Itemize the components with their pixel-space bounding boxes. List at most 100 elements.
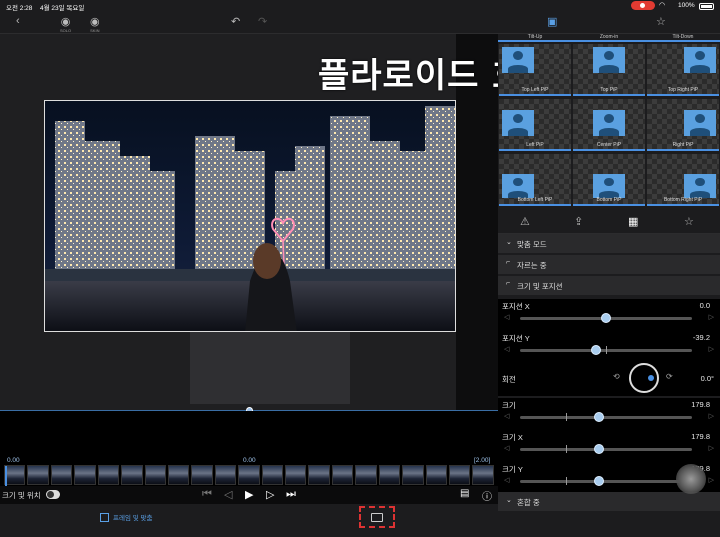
prop-label: 회전 <box>502 375 516 384</box>
slider-knob[interactable] <box>594 444 605 454</box>
slider-knob[interactable] <box>590 345 601 355</box>
pip-thumb <box>593 110 625 136</box>
highlighted-photo-tool[interactable] <box>359 506 395 528</box>
help-icon[interactable]: ⓘ <box>482 488 492 503</box>
increment-icon[interactable]: ▷ <box>709 412 714 420</box>
increment-icon[interactable]: ▷ <box>709 345 714 353</box>
pip-preset[interactable]: Bottom Left PiP <box>499 154 571 206</box>
skip-end-icon[interactable]: ⏭ <box>286 488 296 501</box>
clip-thumbnail <box>285 465 307 485</box>
pip-preset[interactable]: Top Right PiP <box>647 44 719 96</box>
pip-preset[interactable]: Top PiP <box>573 44 645 96</box>
battery-icon <box>699 3 714 10</box>
slider-default-tick <box>566 413 568 421</box>
pip-top-item[interactable]: Zoom-in <box>572 34 646 42</box>
redo-icon[interactable]: ↷ <box>258 15 267 28</box>
prop-value[interactable]: 0.0° <box>701 374 714 383</box>
tab-transform-icon[interactable]: ▦ <box>628 215 638 228</box>
section-fit-mode[interactable]: ⌄ 맞춤 모드 <box>498 234 720 254</box>
clip-thumbnail <box>378 465 401 485</box>
clip-thumbnail <box>261 465 284 485</box>
pip-preset[interactable]: Bottom Right PiP <box>647 154 719 206</box>
star-icon[interactable]: ☆ <box>656 15 666 28</box>
play-icon[interactable]: ▶ <box>245 488 253 501</box>
clip-thumbnail <box>238 465 260 485</box>
clip-thumbnail <box>74 465 96 485</box>
keyframe-toggle[interactable] <box>46 490 60 499</box>
section-size-position[interactable]: ⌐ 크기 및 포지션 <box>498 276 720 296</box>
prop-value[interactable]: -39.2 <box>693 333 710 342</box>
pip-preset[interactable]: Right PiP <box>647 99 719 151</box>
section-label: 맞춤 모드 <box>517 240 547 249</box>
decrement-icon[interactable]: ◁ <box>504 476 509 484</box>
slider-knob[interactable] <box>601 313 611 323</box>
section-cropping[interactable]: ⌐ 자르는 중 <box>498 255 720 275</box>
pip-preset[interactable]: Bottom PiP <box>573 154 645 206</box>
slider-knob[interactable] <box>594 476 605 486</box>
slider-track[interactable] <box>520 313 692 323</box>
slider-track[interactable] <box>520 444 692 454</box>
inspector-tabs: ⚠ ⇪ ▦ ☆ <box>498 210 720 234</box>
prop-value[interactable]: 179.8 <box>691 432 710 441</box>
tab-warning-icon[interactable]: ⚠ <box>520 215 530 228</box>
frame-fit-button[interactable]: 프레임 및 맞춤 <box>100 512 153 522</box>
frame-fit-icon <box>100 512 109 522</box>
section-blending[interactable]: ⌄ 혼합 중 <box>498 492 720 512</box>
tab-favorites-icon[interactable]: ☆ <box>684 215 694 228</box>
decrement-icon[interactable]: ◁ <box>504 313 509 321</box>
layer-panel-icon[interactable]: ▣ <box>547 15 557 28</box>
pip-label: Top PiP <box>600 87 618 93</box>
increment-icon[interactable]: ▷ <box>709 444 714 452</box>
clip-thumbnail <box>425 465 448 485</box>
skin-eye-icon[interactable]: ◉ SKIN <box>90 15 100 33</box>
prop-rotation: 회전 ⟲ ⟳ 0.0° <box>498 362 720 396</box>
prop-label: 크기 Y <box>502 465 523 474</box>
clip-thumbnail <box>308 465 330 485</box>
increment-icon[interactable]: ▷ <box>709 313 714 321</box>
prop-value[interactable]: 0.0 <box>700 301 710 310</box>
pip-label: Bottom Left PiP <box>517 197 553 203</box>
size-position-label: 크기 및 위치 <box>2 491 41 500</box>
decrement-icon[interactable]: ◁ <box>504 444 509 452</box>
step-forward-icon[interactable]: ▷ <box>266 488 274 501</box>
crop-icon: ⌐ <box>506 259 511 266</box>
pip-preset[interactable]: Top Left PiP <box>499 44 571 96</box>
clip-thumbnail <box>167 465 190 485</box>
decrement-icon[interactable]: ◁ <box>504 345 509 353</box>
prop-label: 포지션 Y <box>502 334 530 343</box>
clip-thumbnails[interactable] <box>4 465 494 485</box>
increment-icon[interactable]: ▷ <box>709 476 714 484</box>
playhead[interactable] <box>5 466 7 486</box>
undo-icon[interactable]: ↶ <box>231 15 240 28</box>
trim-icon[interactable]: ▤ <box>460 488 469 499</box>
back-icon[interactable]: ‹ <box>16 15 20 27</box>
prop-position-y: 포지션 Y -39.2 ◁ ▷ <box>498 331 720 363</box>
pip-preset[interactable]: Left PiP <box>499 99 571 151</box>
rotate-left-icon[interactable]: ⟲ <box>613 372 620 381</box>
photo-layer[interactable] <box>44 100 456 332</box>
solo-label: SOLO <box>60 28 72 33</box>
pip-top-item[interactable]: Tilt-Down <box>646 34 720 42</box>
step-back-icon[interactable]: ◁ <box>224 488 232 501</box>
tab-share-icon[interactable]: ⇪ <box>574 215 583 228</box>
pip-preset[interactable]: Center PiP <box>573 99 645 151</box>
section-label: 자르는 중 <box>517 261 547 270</box>
pip-top-item[interactable]: Tilt-Up <box>498 34 572 42</box>
slider-track[interactable] <box>520 476 692 486</box>
skip-start-icon[interactable]: ⏮ <box>202 488 212 501</box>
rotation-dial[interactable] <box>629 363 659 393</box>
prop-label: 크기 <box>502 401 516 410</box>
slider-track[interactable] <box>520 412 692 422</box>
slider-knob[interactable] <box>594 412 605 422</box>
pip-label: Bottom Right PiP <box>663 197 703 203</box>
screen-recording-icon[interactable] <box>631 1 655 10</box>
section-label: 크기 및 포지션 <box>517 282 563 291</box>
solo-eye-icon[interactable]: ◉ SOLO <box>60 15 71 33</box>
wifi-icon: ◠ <box>659 2 666 9</box>
decrement-icon[interactable]: ◁ <box>504 412 509 420</box>
slider-track[interactable] <box>520 345 692 355</box>
rotate-right-icon[interactable]: ⟳ <box>666 372 673 381</box>
assistive-touch-button[interactable] <box>676 464 706 494</box>
prop-value[interactable]: 179.8 <box>691 400 710 409</box>
battery-percent: 100% <box>678 2 695 9</box>
